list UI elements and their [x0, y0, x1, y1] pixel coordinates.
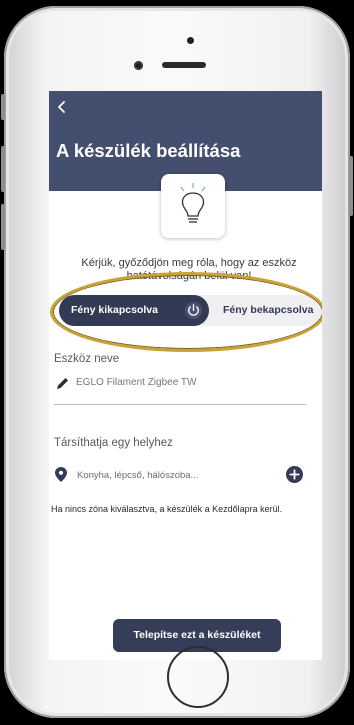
- power-icon: [184, 301, 203, 320]
- light-off-label: Fény kikapcsolva: [71, 304, 158, 316]
- chevron-left-icon[interactable]: [57, 100, 67, 114]
- light-bulb-icon: [180, 183, 206, 223]
- phone-frame: A készülék beállítása Kérjük, győződjön …: [1, 6, 353, 718]
- add-circle-icon[interactable]: [286, 466, 303, 483]
- location-label: Társíthatja egy helyhez: [54, 437, 173, 449]
- volume-up-button: [1, 146, 5, 192]
- zone-note: Ha nincs zóna kiválasztva, a készülék a …: [51, 504, 283, 514]
- app-screen: A készülék beállítása Kérjük, győződjön …: [49, 91, 322, 660]
- light-on-label: Fény bekapcsolva: [223, 304, 314, 316]
- device-name-label: Eszköz neve: [54, 353, 120, 365]
- proximity-sensor: [187, 37, 194, 44]
- location-input[interactable]: [77, 467, 267, 483]
- volume-down-button: [1, 204, 5, 250]
- range-hint: Kérjük, győződjön meg róla, hogy az eszk…: [81, 257, 297, 282]
- home-button[interactable]: [167, 646, 229, 708]
- front-camera: [134, 61, 143, 70]
- pencil-icon: [57, 378, 68, 389]
- page-title: A készülék beállítása: [56, 140, 241, 161]
- mute-switch: [1, 94, 5, 120]
- device-name-field[interactable]: EGLO Filament Zigbee TW: [54, 376, 306, 405]
- power-side-button: [349, 156, 353, 216]
- location-pin-icon: [55, 467, 67, 482]
- light-toggle: Fény kikapcsolva Fény bekapcsolva: [59, 295, 322, 326]
- earpiece-speaker: [162, 62, 206, 68]
- light-off-option[interactable]: Fény kikapcsolva: [59, 295, 209, 326]
- device-name-value: EGLO Filament Zigbee TW: [76, 377, 197, 388]
- device-icon-tile: [161, 174, 225, 238]
- light-on-option[interactable]: Fény bekapcsolva: [209, 295, 322, 326]
